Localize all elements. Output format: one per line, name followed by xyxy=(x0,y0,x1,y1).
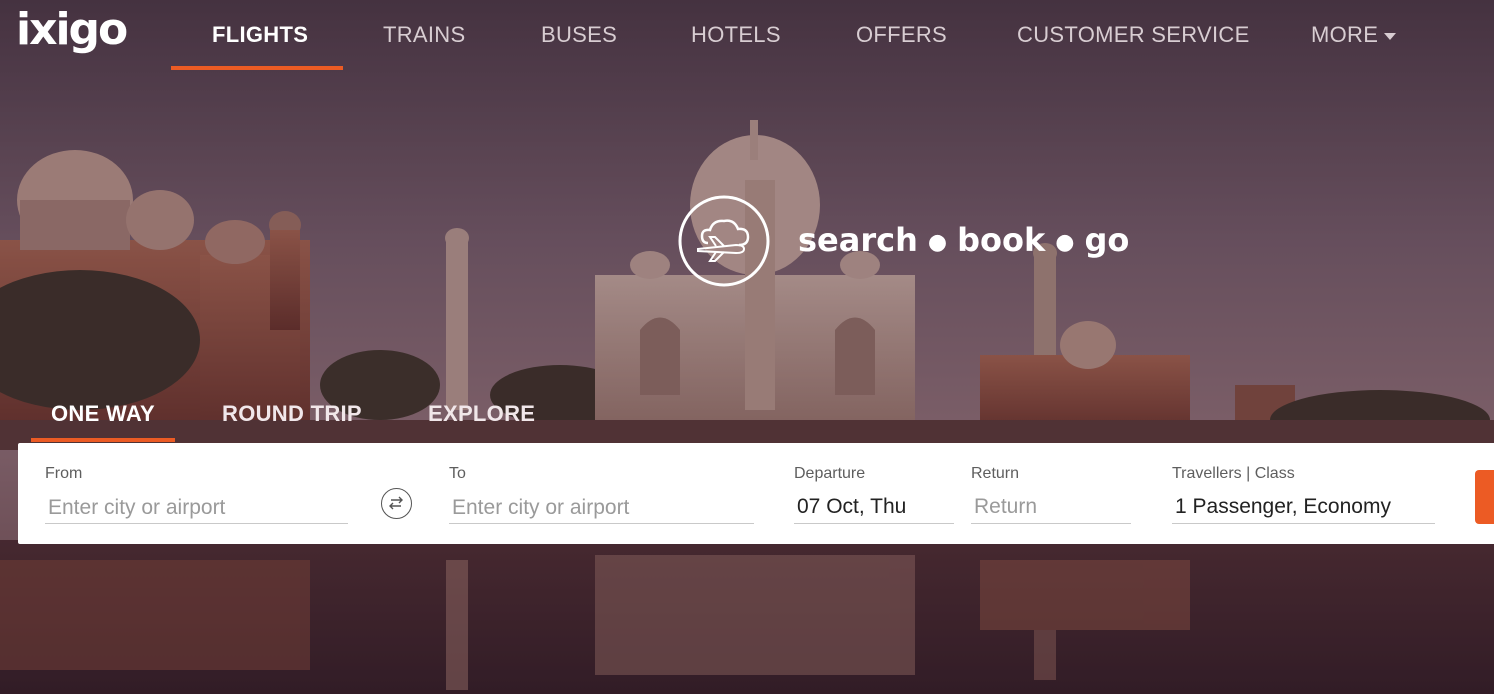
search-button[interactable] xyxy=(1475,470,1494,524)
to-input[interactable] xyxy=(449,492,754,524)
tagline-book: book xyxy=(957,221,1046,259)
hero-tagline: search ● book ● go xyxy=(798,221,1129,259)
tab-one-way[interactable]: ONE WAY xyxy=(51,401,155,427)
to-field: To xyxy=(449,443,754,544)
return-field: Return Return xyxy=(971,443,1131,544)
caret-down-icon xyxy=(1384,32,1397,40)
from-label: From xyxy=(45,465,83,482)
travellers-field: Travellers | Class 1 Passenger, Economy xyxy=(1172,443,1435,544)
departure-field: Departure 07 Oct, Thu xyxy=(794,443,954,544)
tagline-separator: ● xyxy=(1055,229,1075,255)
return-label: Return xyxy=(971,465,1020,482)
travellers-class-input[interactable]: 1 Passenger, Economy xyxy=(1172,492,1435,524)
nav-more-label: MORE xyxy=(1311,22,1379,47)
tagline-go: go xyxy=(1084,221,1130,259)
from-input[interactable] xyxy=(45,492,348,524)
travellers-label: Travellers | Class xyxy=(1172,465,1295,482)
tagline-separator: ● xyxy=(927,229,948,255)
to-label: To xyxy=(449,465,466,482)
nav-hotels[interactable]: HOTELS xyxy=(691,22,781,48)
flight-search-form: From To Departure 07 Oct, Thu Return Ret… xyxy=(18,443,1494,544)
departure-date-input[interactable]: 07 Oct, Thu xyxy=(794,492,954,524)
plane-cloud-icon xyxy=(678,195,770,287)
return-date-input[interactable]: Return xyxy=(971,492,1131,524)
active-nav-indicator xyxy=(171,66,343,70)
tagline-search: search xyxy=(798,221,918,259)
nav-customer-service[interactable]: CUSTOMER SERVICE xyxy=(1017,22,1250,48)
tab-explore[interactable]: EXPLORE xyxy=(428,401,535,427)
departure-label: Departure xyxy=(794,465,866,482)
taj-mahal-illustration xyxy=(0,0,1494,694)
swap-arrows-icon[interactable] xyxy=(381,488,412,519)
nav-flights[interactable]: FLIGHTS xyxy=(212,22,308,48)
nav-buses[interactable]: BUSES xyxy=(541,22,617,48)
active-tab-indicator xyxy=(31,438,175,442)
from-field: From xyxy=(45,443,348,544)
hero-background xyxy=(0,0,1494,694)
top-navigation: ixigo FLIGHTS TRAINS BUSES HOTELS OFFERS… xyxy=(0,0,1494,72)
nav-offers[interactable]: OFFERS xyxy=(856,22,947,48)
ixigo-logo[interactable]: ixigo xyxy=(16,4,128,55)
tab-round-trip[interactable]: ROUND TRIP xyxy=(222,401,362,427)
nav-trains[interactable]: TRAINS xyxy=(383,22,465,48)
nav-more[interactable]: MORE xyxy=(1311,22,1397,48)
